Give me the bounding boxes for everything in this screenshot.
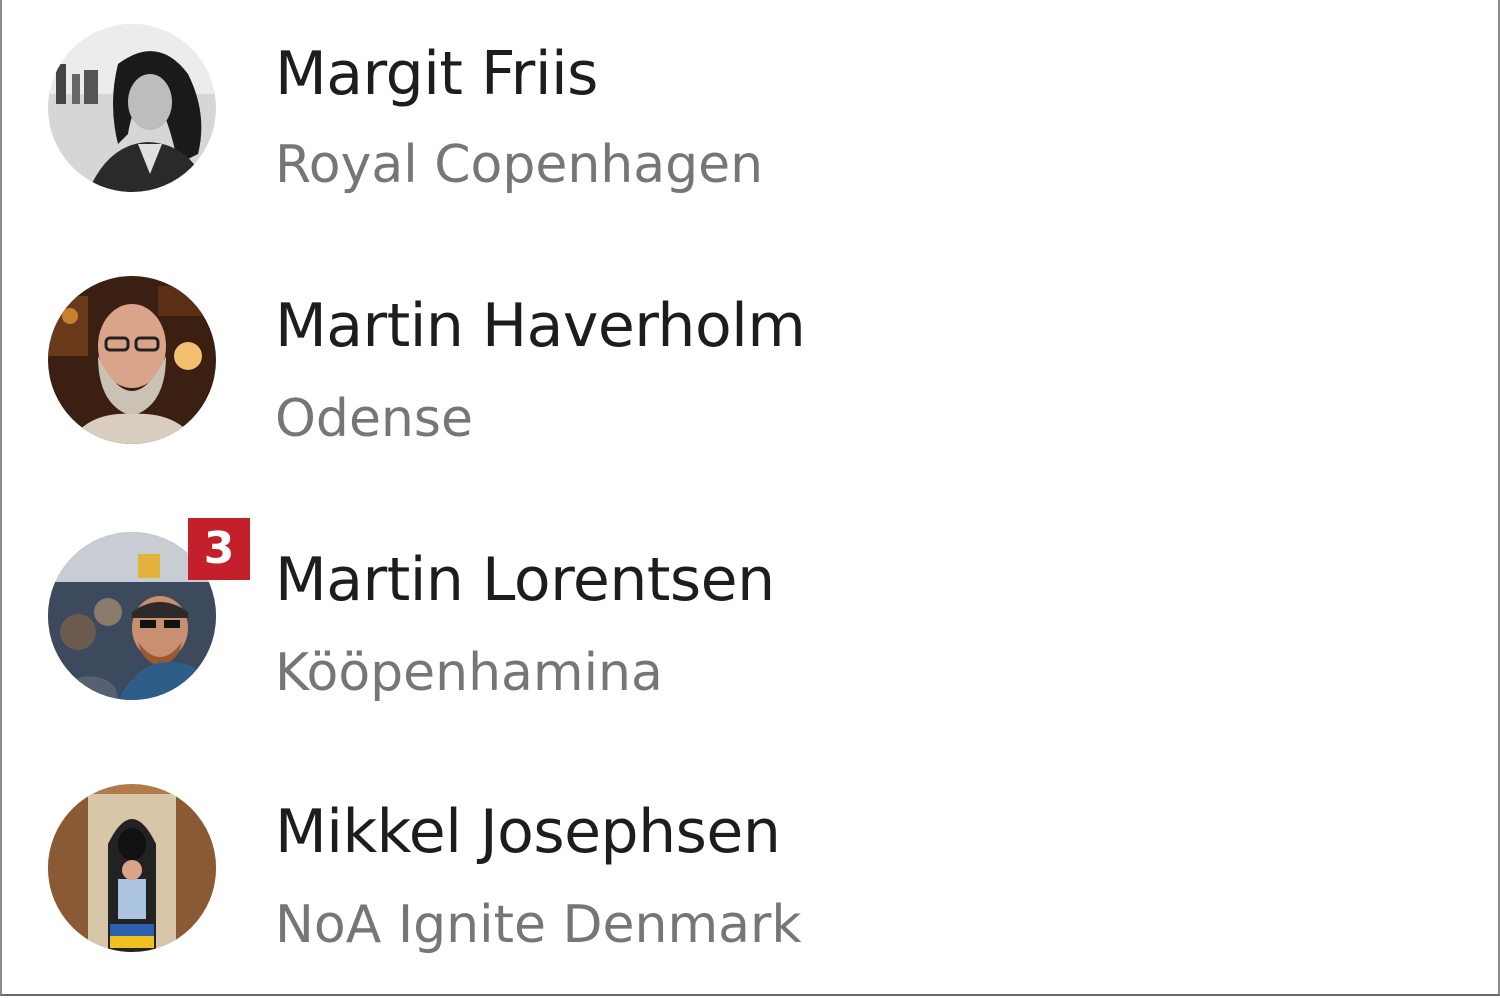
contact-list: Margit Friis Royal Copenhagen Martin Hav…: [0, 0, 1500, 996]
contact-item-martin-lorentsen[interactable]: 3 Martin Lorentsen Kööpenhamina: [2, 500, 1498, 750]
contact-name: Martin Lorentsen: [275, 545, 775, 615]
avatar-photo: [48, 276, 216, 444]
avatar[interactable]: [48, 784, 216, 952]
avatar[interactable]: [48, 24, 216, 192]
contact-subtitle: Odense: [275, 389, 473, 449]
avatar-photo: [48, 24, 216, 192]
contact-name: Margit Friis: [275, 39, 598, 109]
contact-subtitle: NoA Ignite Denmark: [275, 895, 802, 955]
contact-item-margit-friis[interactable]: Margit Friis Royal Copenhagen: [2, 0, 1498, 250]
avatar-photo: [48, 784, 216, 952]
contact-name: Martin Haverholm: [275, 291, 806, 361]
contact-item-martin-haverholm[interactable]: Martin Haverholm Odense: [2, 250, 1498, 500]
contact-item-mikkel-josephsen[interactable]: Mikkel Josephsen NoA Ignite Denmark: [2, 750, 1498, 994]
contact-name: Mikkel Josephsen: [275, 797, 781, 867]
contact-subtitle: Kööpenhamina: [275, 643, 663, 703]
contact-subtitle: Royal Copenhagen: [275, 135, 764, 195]
avatar[interactable]: [48, 276, 216, 444]
unread-badge: 3: [188, 518, 250, 580]
